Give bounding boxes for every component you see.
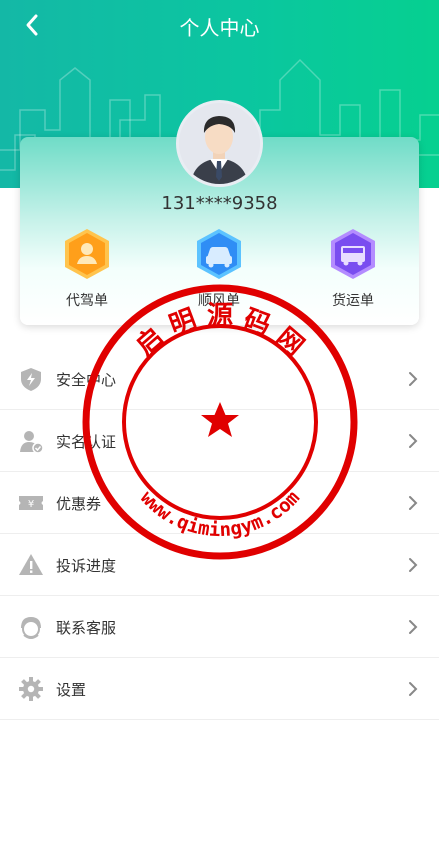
customer-service-icon <box>21 617 41 639</box>
shield-icon <box>21 368 41 391</box>
chevron-right-icon <box>409 620 418 634</box>
page-title: 个人中心 <box>179 16 260 40</box>
chevron-right-icon <box>409 682 418 696</box>
service-freight[interactable]: 货运单 <box>313 228 393 310</box>
menu-item-label: 实名认证 <box>56 433 117 451</box>
menu-item-label: 设置 <box>56 681 87 699</box>
chevron-right-icon <box>409 496 418 510</box>
menu-item-label: 优惠券 <box>56 495 102 513</box>
driver-icon <box>65 229 109 279</box>
chevron-right-icon <box>409 558 418 572</box>
svg-text:¥: ¥ <box>28 499 34 510</box>
menu-item-security-center[interactable]: 安全中心 <box>0 348 439 410</box>
menu-item-complaint-progress[interactable]: 投诉进度 <box>0 534 439 596</box>
user-avatar-icon[interactable] <box>176 100 263 187</box>
service-designated-driving[interactable]: 代驾单 <box>47 228 127 310</box>
settings-menu: 安全中心 实名认证 ¥ 优惠券 投诉进度 联系客服 设置 <box>0 348 439 720</box>
menu-item-label: 投诉进度 <box>56 557 117 575</box>
coupon-icon: ¥ <box>19 496 43 510</box>
service-label: 顺风单 <box>198 293 240 309</box>
menu-item-coupons[interactable]: ¥ 优惠券 <box>0 472 439 534</box>
truck-icon <box>331 229 375 279</box>
chevron-right-icon <box>409 434 418 448</box>
gear-icon <box>19 677 43 701</box>
service-label: 货运单 <box>332 293 374 309</box>
menu-item-contact-support[interactable]: 联系客服 <box>0 596 439 658</box>
car-icon <box>197 229 241 279</box>
menu-item-real-name-verification[interactable]: 实名认证 <box>0 410 439 472</box>
chevron-right-icon <box>409 372 418 386</box>
menu-item-settings[interactable]: 设置 <box>0 658 439 720</box>
profile-page: 个人中心 131****9358 代驾单 顺风单 货运单 安全中心 实名认证 ¥… <box>0 0 439 841</box>
menu-item-label: 安全中心 <box>56 371 117 389</box>
phone-number: 131****9358 <box>161 193 278 214</box>
verified-user-icon <box>20 431 44 454</box>
service-ride-share[interactable]: 顺风单 <box>179 228 259 310</box>
service-label: 代驾单 <box>66 293 108 309</box>
warning-icon <box>19 554 43 575</box>
menu-item-label: 联系客服 <box>56 619 117 637</box>
